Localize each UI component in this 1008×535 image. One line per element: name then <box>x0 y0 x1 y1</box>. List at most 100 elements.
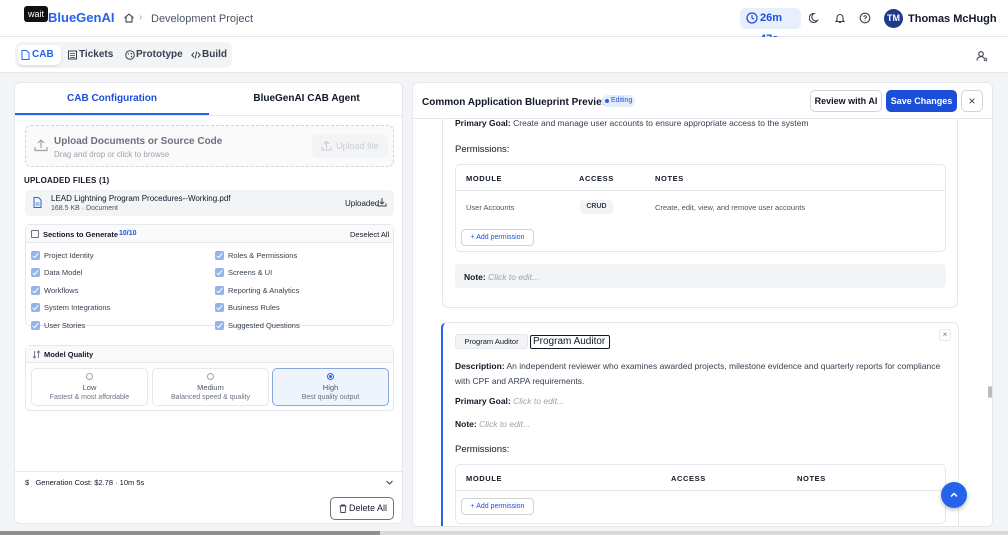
quality-option-low[interactable]: Low Fastest & most affordable <box>31 368 148 406</box>
model-quality: Model Quality Low Fastest & most afforda… <box>25 345 394 411</box>
delete-all-button[interactable]: Delete All <box>330 497 394 520</box>
tab-cab-agent[interactable]: BlueGenAI CAB Agent <box>209 83 402 115</box>
model-quality-label: Model Quality <box>44 350 94 359</box>
section-checkbox[interactable]: Data Model <box>31 267 191 279</box>
user-settings-icon[interactable] <box>976 50 988 62</box>
checkbox-checked[interactable] <box>31 303 40 312</box>
add-permission-button[interactable]: + Add permission <box>461 229 534 246</box>
download-icon[interactable] <box>377 197 387 207</box>
goal-label: Primary Goal: <box>455 396 511 406</box>
remove-role-icon[interactable]: × <box>939 329 951 341</box>
tab-bar: CAB Tickets Prototype Build <box>0 37 1008 73</box>
home-icon[interactable] <box>123 12 135 24</box>
permissions-table: MODULE ACCESS NOTES + Add permission <box>455 464 946 524</box>
upload-dropzone[interactable]: Upload Documents or Source Code Drag and… <box>25 125 394 167</box>
table-cell-notes[interactable]: Create, edit, view, and remove user acco… <box>655 203 805 212</box>
quality-desc: Fastest & most affordable <box>49 394 130 401</box>
sections-count: 10/10 <box>119 230 137 237</box>
moon-icon[interactable] <box>809 12 821 24</box>
generation-cost-bar[interactable]: $ Generation Cost: $2.78 · 10m 5s <box>15 471 402 491</box>
checkbox-checked[interactable] <box>215 268 224 277</box>
permissions-table: MODULE ACCESS NOTES User Accounts CRUD C… <box>455 164 946 252</box>
checkbox-checked[interactable] <box>215 303 224 312</box>
checkbox-checked[interactable] <box>31 286 40 295</box>
primary-goal: Primary Goal: Create and manage user acc… <box>455 119 808 128</box>
dollar-icon: $ <box>25 478 30 487</box>
section-checkbox[interactable]: System Integrations <box>31 302 191 314</box>
checkbox-checked[interactable] <box>215 321 224 330</box>
quality-name: Medium <box>197 383 224 392</box>
radio-button-selected[interactable] <box>327 373 334 380</box>
checkbox-checked[interactable] <box>31 251 40 260</box>
chevron-down-icon[interactable] <box>385 478 394 487</box>
section-checkbox[interactable]: User Stories <box>31 320 191 330</box>
note-value[interactable]: Click to edit... <box>479 419 530 429</box>
note: Note: Click to edit... <box>464 272 539 282</box>
section-label: Reporting & Analytics <box>228 286 300 295</box>
add-permission-button[interactable]: + Add permission <box>461 498 534 515</box>
scrollbar-thumb[interactable] <box>988 386 992 398</box>
table-cell-module[interactable]: User Accounts <box>466 203 514 212</box>
checkbox-checked[interactable] <box>31 268 40 277</box>
close-icon[interactable]: × <box>961 90 983 112</box>
radio-button[interactable] <box>207 373 214 380</box>
tab-cab-configuration[interactable]: CAB Configuration <box>15 83 209 115</box>
checkbox-checked[interactable] <box>215 251 224 260</box>
role-card-program-auditor: Program Auditor Program Auditor × Descri… <box>441 322 959 526</box>
sections-to-generate: Sections to Generate 10/10 Deselect All … <box>25 224 394 330</box>
brand-logo[interactable]: BlueGenAI <box>48 10 114 25</box>
goal-value[interactable]: Create and manage user accounts to ensur… <box>513 119 808 128</box>
section-checkbox[interactable]: Reporting & Analytics <box>215 285 375 297</box>
user-name[interactable]: Thomas McHugh <box>908 13 997 25</box>
tab-cab-label: CAB <box>32 49 54 60</box>
section-checkbox[interactable]: Screens & UI <box>215 267 375 279</box>
role-name-input[interactable]: Program Auditor <box>530 335 610 349</box>
goal-value[interactable]: Click to edit... <box>513 396 564 406</box>
section-checkbox[interactable]: Suggested Questions <box>215 320 375 330</box>
quality-option-high[interactable]: High Best quality output <box>272 368 389 406</box>
section-label: System Integrations <box>44 303 111 312</box>
horizontal-scrollbar[interactable] <box>0 531 1008 535</box>
editing-badge: Editing <box>602 95 636 107</box>
section-label: Roles & Permissions <box>228 251 298 260</box>
upload-subtitle: Drag and drop or click to browse <box>54 150 170 159</box>
role-description[interactable]: Description: An independent reviewer who… <box>455 359 945 389</box>
save-changes-button[interactable]: Save Changes <box>886 90 957 112</box>
select-all-checkbox[interactable] <box>31 230 39 238</box>
tab-build[interactable]: Build <box>188 45 228 65</box>
quality-option-medium[interactable]: Medium Balanced speed & quality <box>152 368 269 406</box>
description-value[interactable]: An independent reviewer who examines awa… <box>455 361 940 386</box>
role-badge: Program Auditor <box>455 334 528 349</box>
session-timer: 26m 47s <box>740 8 801 45</box>
file-name: LEAD Lightning Program Procedures--Worki… <box>51 194 231 203</box>
tab-prototype[interactable]: Prototype <box>122 45 183 65</box>
bell-icon[interactable] <box>834 12 846 24</box>
scroll-to-top-button[interactable] <box>941 482 967 508</box>
avatar[interactable]: TM <box>884 9 903 28</box>
note-label: Note: <box>455 419 477 429</box>
access-badge[interactable]: CRUD <box>580 200 613 214</box>
deselect-all-button[interactable]: Deselect All <box>350 230 389 239</box>
radio-button[interactable] <box>86 373 93 380</box>
clock-icon <box>746 12 758 24</box>
section-label: Screens & UI <box>228 268 273 277</box>
upload-file-button[interactable]: Upload file <box>312 134 388 158</box>
help-icon[interactable] <box>859 12 871 24</box>
checkbox-checked[interactable] <box>31 321 40 330</box>
note-box[interactable]: Note: Click to edit... <box>455 264 946 288</box>
section-checkbox[interactable]: Project Identity <box>31 250 191 262</box>
tab-tickets[interactable]: Tickets <box>65 45 115 65</box>
upload-title: Upload Documents or Source Code <box>54 136 223 147</box>
section-checkbox[interactable]: Roles & Permissions <box>215 250 375 262</box>
checkbox-checked[interactable] <box>215 286 224 295</box>
upload-file-label: Upload file <box>336 141 379 151</box>
section-checkbox[interactable]: Workflows <box>31 285 191 297</box>
tabs-divider <box>15 115 402 116</box>
review-with-ai-button[interactable]: Review with AI <box>810 90 882 112</box>
note-value[interactable]: Click to edit... <box>488 272 539 282</box>
tab-cab[interactable]: CAB <box>18 45 61 65</box>
section-checkbox[interactable]: Business Rules <box>215 302 375 314</box>
preview-scroll-area[interactable]: Primary Goal: Create and manage user acc… <box>413 119 992 526</box>
note: Note: Click to edit... <box>455 419 530 429</box>
breadcrumb-project[interactable]: Development Project <box>151 13 253 25</box>
